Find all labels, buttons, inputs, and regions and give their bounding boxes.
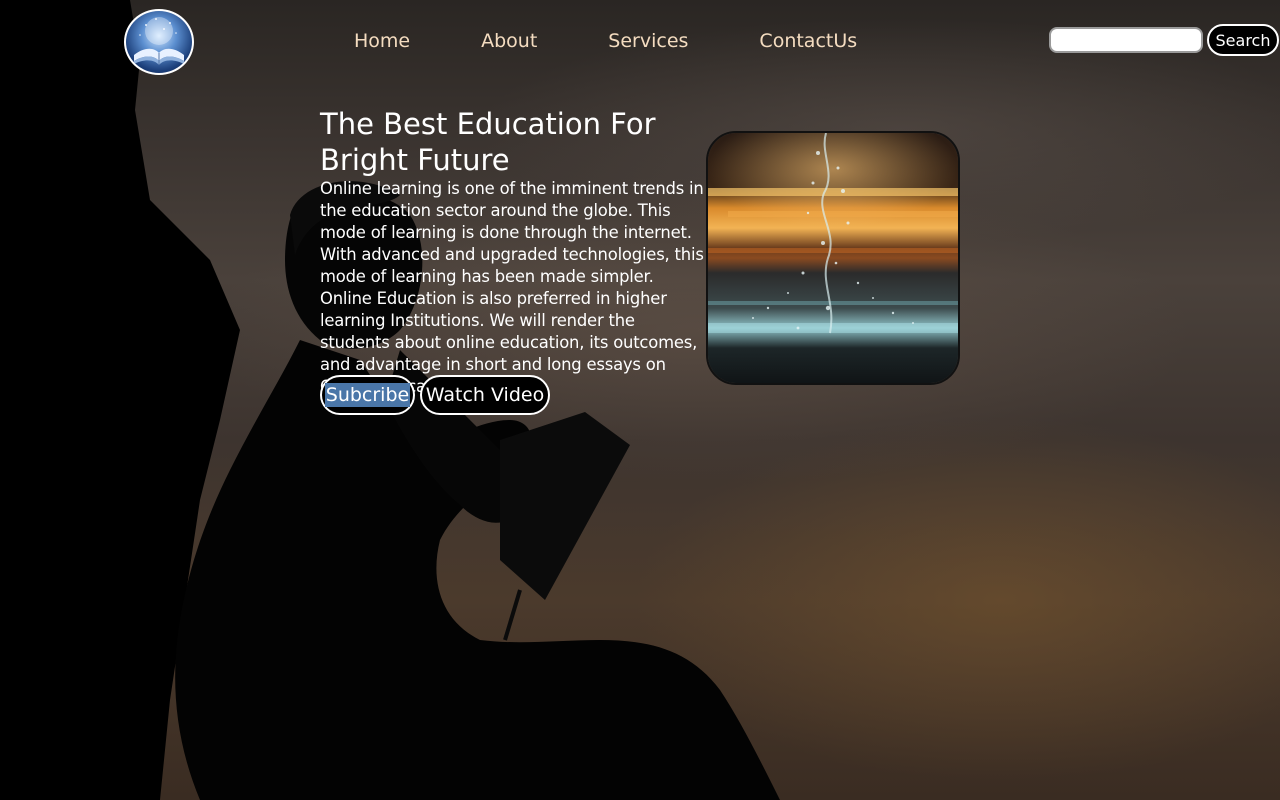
subscribe-button-label: Subcribe [324, 383, 411, 407]
search-input[interactable] [1049, 27, 1203, 53]
hero-image [706, 131, 960, 385]
open-book-icon [134, 17, 184, 65]
nav-services[interactable]: Services [608, 28, 688, 54]
nav-about[interactable]: About [481, 28, 537, 54]
hero-description: Online learning is one of the imminent t… [320, 179, 704, 396]
nav-contact-us[interactable]: ContactUs [759, 28, 857, 54]
watch-video-button[interactable]: Watch Video [420, 375, 550, 415]
fountain-splash-image [708, 133, 958, 383]
hero-title: The Best Education For Bright Future [320, 107, 656, 177]
nav-home[interactable]: Home [354, 28, 410, 54]
search-button[interactable]: Search [1207, 24, 1279, 56]
logo[interactable] [124, 9, 194, 75]
main-nav: Home About Services ContactUs [354, 28, 857, 54]
subscribe-button[interactable]: Subcribe [320, 375, 415, 415]
